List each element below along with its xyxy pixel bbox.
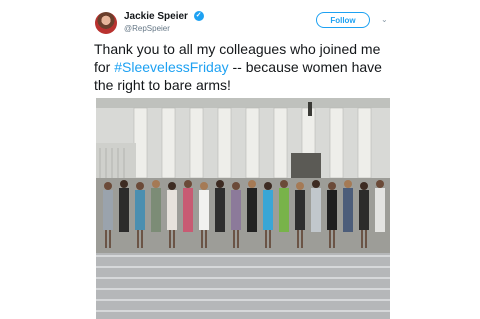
capitol-steps-photo — [96, 98, 390, 319]
tweet-card: Jackie Speier ✓ @RepSpeier Follow ⌄ Than… — [91, 0, 391, 319]
author-handle[interactable]: @RepSpeier — [124, 24, 170, 33]
avatar[interactable] — [95, 12, 117, 34]
tweet-text: Thank you to all my colleagues who joine… — [94, 40, 384, 94]
chevron-down-icon[interactable]: ⌄ — [381, 15, 388, 24]
verified-badge-icon: ✓ — [193, 11, 204, 22]
author-name[interactable]: Jackie Speier — [124, 11, 188, 22]
hashtag-link[interactable]: #SleevelessFriday — [114, 59, 228, 75]
follow-button[interactable]: Follow — [316, 12, 370, 28]
author-name-row[interactable]: Jackie Speier ✓ — [124, 11, 204, 22]
tweet-photo[interactable] — [96, 98, 390, 319]
follow-button-label: Follow — [330, 15, 356, 25]
